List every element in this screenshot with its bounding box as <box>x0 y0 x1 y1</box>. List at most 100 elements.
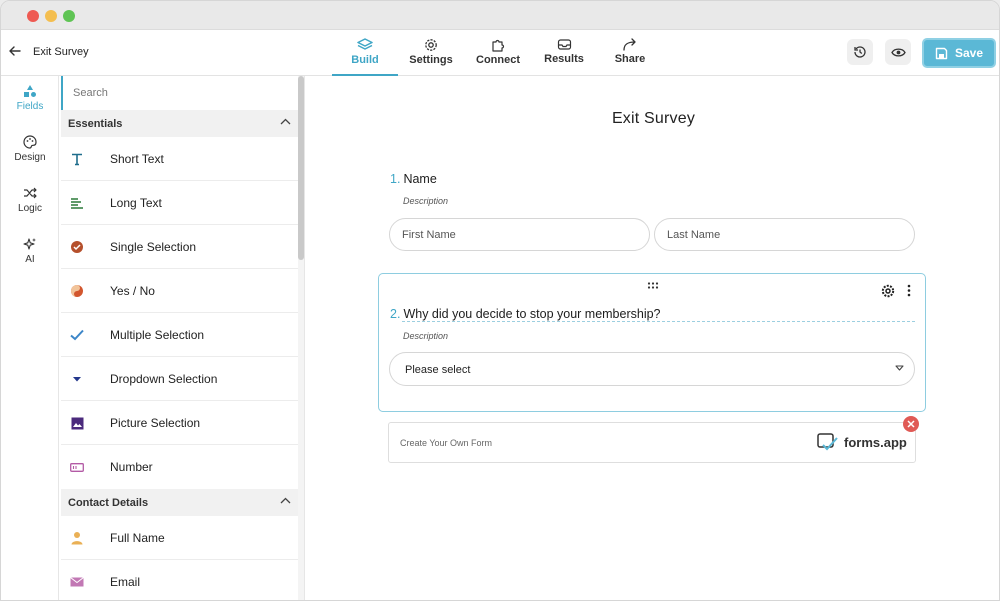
scrollbar-thumb[interactable] <box>298 76 304 260</box>
field-item-short-text[interactable]: Short Text <box>61 137 299 181</box>
section-title: Contact Details <box>68 497 149 509</box>
tab-settings[interactable]: Settings <box>405 38 457 76</box>
layers-icon <box>357 38 373 50</box>
history-icon <box>854 46 866 58</box>
top-toolbar: Exit Survey Build Settings Connect Resul… <box>1 30 999 76</box>
question-label: Name <box>403 172 437 186</box>
field-item-single-selection[interactable]: Single Selection <box>61 225 299 269</box>
field-item-multiple-selection[interactable]: Multiple Selection <box>61 313 299 357</box>
fields-scrollbar[interactable] <box>298 76 304 600</box>
rail-item-fields[interactable]: Fields <box>1 84 59 112</box>
remove-branding-button[interactable] <box>903 416 919 432</box>
tab-label: Share <box>614 53 646 65</box>
question-number: 2. <box>390 307 401 321</box>
minimize-window-button[interactable] <box>45 10 57 22</box>
tab-connect[interactable]: Connect <box>471 38 525 76</box>
share-arrow-icon <box>623 38 636 51</box>
branding-cta: Create Your Own Form <box>400 438 493 448</box>
more-options-icon[interactable] <box>907 284 911 297</box>
field-item-label: Full Name <box>110 531 165 545</box>
question-2-description[interactable]: Description <box>403 331 448 341</box>
tab-label: Settings <box>409 54 453 66</box>
field-item-email[interactable]: Email <box>61 560 299 600</box>
rail-item-logic[interactable]: Logic <box>1 186 59 214</box>
radio-icon <box>69 239 85 255</box>
chevron-down-icon <box>895 365 904 371</box>
paragraph-lines-icon <box>69 195 85 211</box>
forms-app-logo: forms.app <box>817 433 907 451</box>
close-icon <box>907 420 915 428</box>
field-item-picture-selection[interactable]: Picture Selection <box>61 401 299 445</box>
question-2-title[interactable]: 2. Why did you decide to stop your member… <box>390 307 661 321</box>
branding-banner[interactable]: Create Your Own Form forms.app <box>388 422 916 463</box>
picture-icon <box>69 415 85 431</box>
tab-share[interactable]: Share <box>610 38 650 76</box>
yes-no-icon <box>69 283 85 299</box>
question-number: 1. <box>390 172 401 186</box>
preview-button[interactable] <box>885 39 911 65</box>
shapes-icon <box>24 85 36 97</box>
number-icon <box>69 459 85 475</box>
history-button[interactable] <box>847 39 873 65</box>
select-placeholder: Please select <box>405 364 471 376</box>
section-header-contact-details[interactable]: Contact Details <box>61 489 299 516</box>
section-header-essentials[interactable]: Essentials <box>61 110 299 137</box>
envelope-icon <box>69 574 85 590</box>
rail-label: Fields <box>16 101 44 112</box>
tab-label: Build <box>351 54 379 66</box>
rail-item-design[interactable]: Design <box>1 135 59 163</box>
question-2-card[interactable]: 2. Why did you decide to stop your member… <box>378 273 926 412</box>
floppy-disk-icon <box>935 47 948 59</box>
field-item-label: Number <box>110 460 153 474</box>
save-label: Save <box>954 46 984 60</box>
field-item-label: Single Selection <box>110 240 197 254</box>
question-1-description[interactable]: Description <box>403 196 448 206</box>
field-search-input[interactable]: Search <box>61 76 299 110</box>
field-item-dropdown-selection[interactable]: Dropdown Selection <box>61 357 299 401</box>
text-t-icon <box>69 151 85 167</box>
field-item-long-text[interactable]: Long Text <box>61 181 299 225</box>
sparkles-icon <box>23 238 36 250</box>
left-rail: Fields Design Logic AI <box>1 76 59 600</box>
question-1-title[interactable]: 1. Name <box>390 172 437 186</box>
field-item-label: Dropdown Selection <box>110 372 218 386</box>
field-item-yes-no[interactable]: Yes / No <box>61 269 299 313</box>
drag-handle-icon[interactable] <box>647 282 659 289</box>
brand-name: forms.app <box>844 434 907 450</box>
gear-icon[interactable] <box>881 284 895 298</box>
gear-icon <box>425 39 437 51</box>
field-item-label: Multiple Selection <box>110 328 205 342</box>
back-arrow-icon[interactable] <box>8 44 24 60</box>
palette-icon <box>23 135 37 149</box>
inbox-icon <box>557 39 571 50</box>
forms-app-logo-icon <box>817 433 838 451</box>
survey-title[interactable]: Exit Survey <box>306 110 999 128</box>
checkmark-icon <box>69 327 85 343</box>
field-item-number[interactable]: Number <box>61 445 299 489</box>
dropdown-caret-icon <box>69 371 85 387</box>
section-title: Essentials <box>68 118 123 130</box>
rail-item-ai[interactable]: AI <box>1 237 59 265</box>
save-button[interactable]: Save <box>922 38 996 68</box>
membership-reason-select[interactable]: Please select <box>389 352 915 386</box>
person-icon <box>69 530 85 546</box>
question-label: Why did you decide to stop your membersh… <box>403 307 661 321</box>
form-canvas: Exit Survey 1. Name Description First Nam… <box>306 76 999 600</box>
close-window-button[interactable] <box>27 10 39 22</box>
first-name-input[interactable]: First Name <box>389 218 650 251</box>
fields-panel: Search Essentials Short Text Long Text S… <box>59 76 305 600</box>
shuffle-icon <box>24 187 37 199</box>
eye-icon <box>890 47 906 57</box>
tab-results[interactable]: Results <box>541 38 587 76</box>
rail-label: AI <box>25 254 35 265</box>
form-title: Exit Survey <box>33 46 89 58</box>
last-name-input[interactable]: Last Name <box>654 218 915 251</box>
maximize-window-button[interactable] <box>63 10 75 22</box>
field-item-label: Yes / No <box>110 284 155 298</box>
puzzle-icon <box>491 39 504 52</box>
field-item-full-name[interactable]: Full Name <box>61 516 299 560</box>
tab-build[interactable]: Build <box>332 38 398 76</box>
field-item-label: Email <box>110 575 141 589</box>
tab-label: Results <box>544 53 584 65</box>
rail-label: Design <box>14 152 46 163</box>
